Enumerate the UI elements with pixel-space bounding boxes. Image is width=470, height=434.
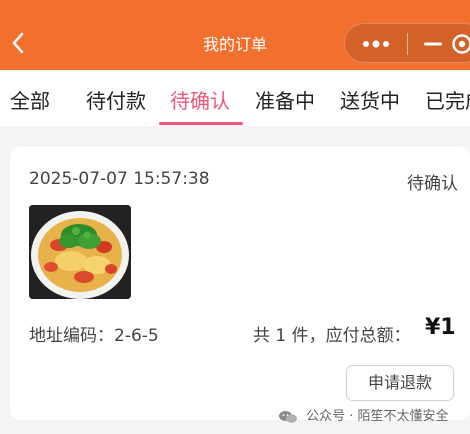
watermark: 公众号 · 陌笙不太懂安全 (278, 405, 449, 424)
tab-delivering[interactable]: 送货中 (340, 85, 400, 114)
total-label: 共 1 件，应付总额： (253, 326, 411, 346)
wechat-icon (279, 410, 297, 423)
order-card[interactable]: 2025-07-07 15:57:38 待确认 地址编码：2-6-5 共 1 件… (10, 147, 470, 420)
order-status: 待确认 (407, 174, 458, 194)
capsule-divider (407, 33, 408, 55)
tomato-egg-dish-image (29, 205, 131, 299)
miniprogram-capsule (344, 23, 470, 63)
tab-completed[interactable]: 已完成 (425, 85, 470, 114)
minimize-icon[interactable] (421, 34, 445, 54)
request-refund-button[interactable]: 申请退款 (346, 365, 454, 401)
nav-header: 我的订单 (0, 0, 470, 70)
address-code: 地址编码：2-6-5 (29, 326, 159, 346)
tab-pending-payment[interactable]: 待付款 (86, 85, 146, 114)
tab-all[interactable]: 全部 (10, 85, 50, 114)
dish-thumbnail[interactable] (29, 205, 131, 299)
more-dots-icon[interactable] (361, 34, 391, 54)
tab-preparing[interactable]: 准备中 (255, 85, 315, 114)
close-target-icon[interactable] (451, 33, 470, 55)
active-tab-indicator (159, 122, 243, 125)
total-amount: ¥1 (425, 315, 456, 340)
order-tabs: 全部 待付款 待确认 准备中 送货中 已完成 (0, 70, 470, 126)
watermark-text: 公众号 · 陌笙不太懂安全 (306, 409, 449, 424)
order-time: 2025-07-07 15:57:38 (29, 169, 210, 189)
tab-pending-confirm[interactable]: 待确认 (170, 85, 230, 114)
